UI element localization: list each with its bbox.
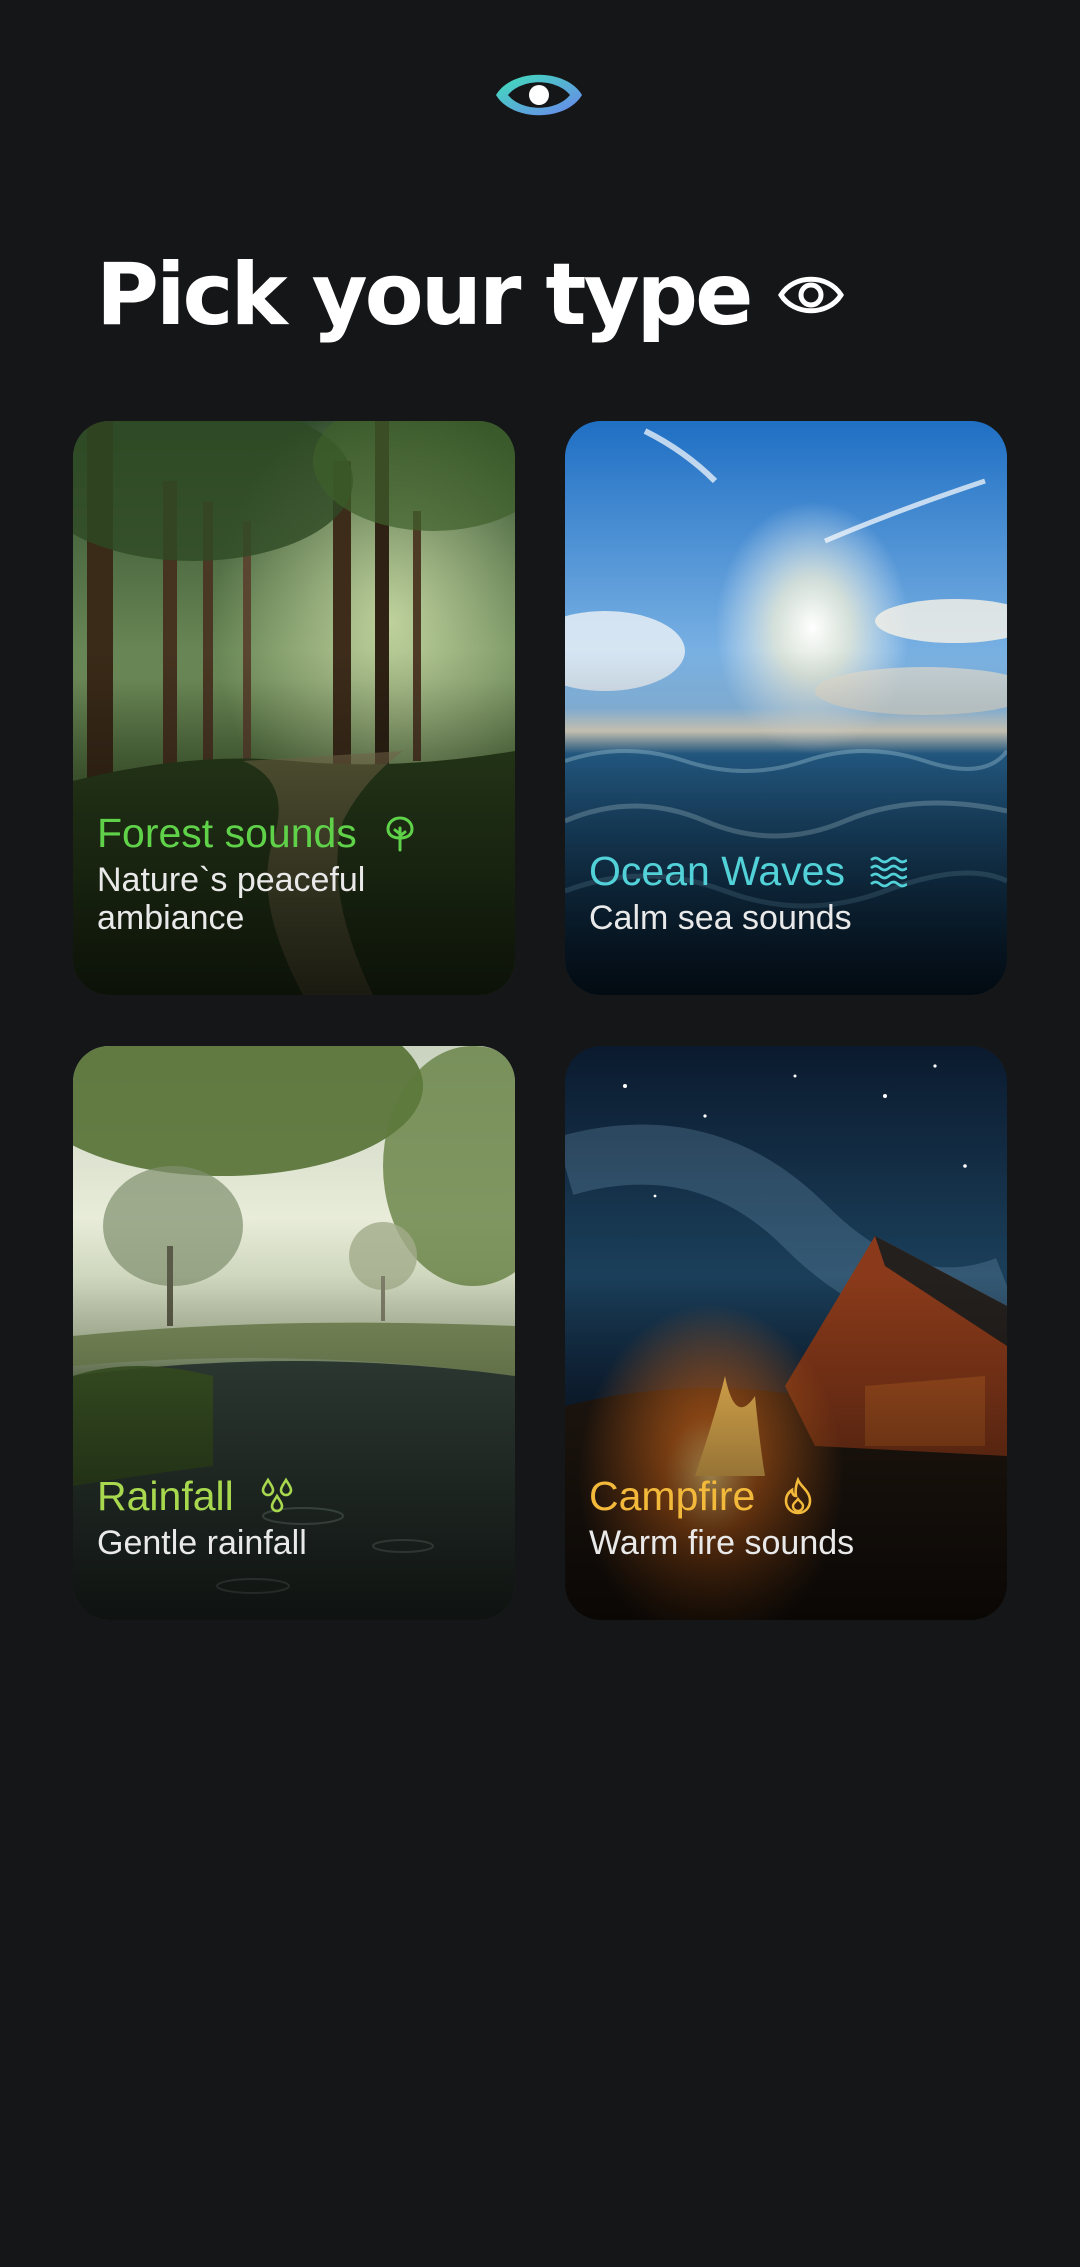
flame-icon <box>785 1477 812 1515</box>
tree-icon <box>386 816 414 852</box>
card-subtitle: Calm sea sounds <box>589 899 852 937</box>
card-title: Campfire <box>589 1473 756 1519</box>
card-subtitle: Gentle rainfall <box>97 1524 307 1562</box>
card-subtitle-line2: ambiance <box>97 899 245 937</box>
card-forest-sounds[interactable]: Forest sounds Nature`s peaceful ambiance <box>73 421 515 995</box>
card-title: Rainfall <box>97 1473 234 1519</box>
raindrops-icon <box>261 1477 293 1513</box>
eye-icon <box>778 276 845 314</box>
card-title: Forest sounds <box>97 810 357 856</box>
waves-icon <box>870 856 907 888</box>
card-rainfall[interactable]: Rainfall Gentle rainfall <box>73 1046 515 1620</box>
card-subtitle-line1: Nature`s peaceful <box>97 861 366 899</box>
app-logo <box>496 74 582 116</box>
page-title: Pick your type <box>96 245 753 345</box>
card-ocean-waves[interactable]: Ocean Waves Calm sea sounds <box>565 421 1007 995</box>
card-subtitle: Warm fire sounds <box>589 1524 855 1562</box>
card-campfire[interactable]: Campfire Warm fire sounds <box>565 1046 1007 1620</box>
page-title-row: Pick your type <box>96 240 845 350</box>
card-title: Ocean Waves <box>589 848 845 894</box>
